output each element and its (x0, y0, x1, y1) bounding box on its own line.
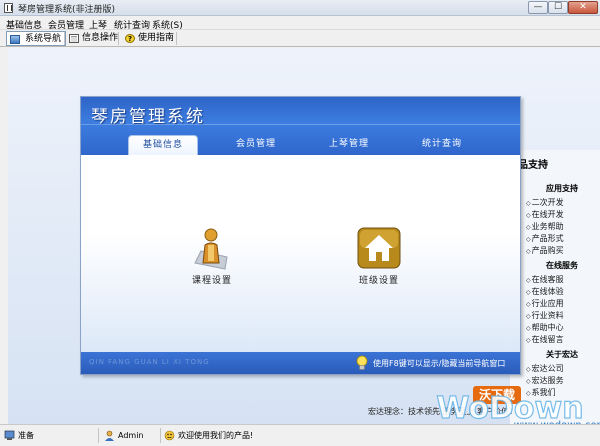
house-icon (357, 227, 401, 269)
status-separator (160, 428, 161, 443)
support-link[interactable]: 行业资料 (526, 310, 564, 321)
tab-piano-management[interactable]: 上琴管理 (314, 135, 384, 155)
status-ready-text: 准备 (18, 431, 34, 440)
help-icon: ? (125, 34, 135, 43)
support-link[interactable]: 行业应用 (526, 298, 564, 309)
nav-icon (10, 35, 20, 44)
status-separator (98, 428, 99, 443)
tab-basic-info[interactable]: 基础信息 (128, 135, 198, 155)
nav-header: 琴房管理系统 基础信息 会员管理 上琴管理 统计查询 (81, 97, 520, 155)
nav-footer-hint: 使用F8键可以显示/隐藏当前导航窗口 (373, 359, 506, 368)
support-link[interactable]: 在线开发 (526, 209, 564, 220)
support-link[interactable]: 业务帮助 (526, 221, 564, 232)
info-operation-button[interactable]: 信息操作 (66, 31, 118, 46)
close-button[interactable]: ✕ (568, 1, 598, 14)
maximize-button[interactable]: ☐ (548, 1, 568, 14)
system-nav-button[interactable]: 系统导航 (6, 31, 67, 46)
tab-member-management[interactable]: 会员管理 (221, 135, 291, 155)
person-icon (194, 228, 228, 270)
support-link[interactable]: 在线留言 (526, 334, 564, 345)
support-link[interactable]: 宏达公司 (526, 363, 564, 374)
user-guide-label: 使用指南 (138, 33, 175, 43)
welcome-icon (164, 430, 175, 441)
support-heading-app: 应用支持 (546, 184, 578, 193)
support-heading-online: 在线服务 (546, 261, 578, 270)
user-guide-button[interactable]: ? 使用指南 (122, 31, 174, 46)
support-link[interactable]: 产品形式 (526, 233, 564, 244)
support-title: 品支持 (518, 160, 548, 171)
class-settings-item[interactable]: 班级设置 (344, 227, 414, 289)
status-user: Admin (104, 429, 144, 443)
toolbar: 系统导航 信息操作 ? 使用指南 (0, 30, 600, 47)
toolbar-separator (64, 32, 65, 45)
nav-title: 琴房管理系统 (91, 107, 205, 127)
status-message-text: 欢迎使用我们的产品! (178, 431, 254, 440)
tab-statistics[interactable]: 统计查询 (407, 135, 477, 155)
course-settings-label: 课程设置 (191, 276, 232, 286)
status-bar: 准备 Admin 欢迎使用我们的产品! (0, 424, 600, 446)
info-operation-label: 信息操作 (82, 33, 119, 43)
support-heading-about: 关于宏达 (546, 350, 578, 359)
support-sidebar: 品支持 应用支持 二次开发 在线开发 业务帮助 产品形式 产品购买 在线服务 在… (510, 150, 600, 424)
system-nav-label: 系统导航 (25, 34, 62, 44)
support-link[interactable]: 帮助中心 (526, 322, 564, 333)
computer-icon (4, 430, 15, 440)
status-user-text: Admin (118, 431, 144, 440)
nav-footer-brand: QIN FANG GUAN LI XI TONG (89, 358, 210, 366)
support-link[interactable]: 产品购买 (526, 245, 564, 256)
toolbar-separator (118, 32, 119, 45)
nav-body: 课程设置 班级设置 (81, 155, 520, 352)
support-link[interactable]: 在线客服 (526, 274, 564, 285)
minimize-button[interactable]: — (528, 1, 548, 14)
info-icon (69, 34, 79, 43)
class-settings-label: 班级设置 (358, 276, 399, 286)
user-icon (105, 430, 114, 441)
support-link[interactable]: 在线体验 (526, 286, 564, 297)
course-settings-item[interactable]: 课程设置 (177, 227, 247, 289)
menu-bar: 基础信息 会员管理 上琴 统计查询 系统(S) (0, 16, 600, 31)
window-title: 琴房管理系统(非注册版) (18, 5, 116, 15)
status-message: 欢迎使用我们的产品! (164, 429, 253, 443)
title-bar: 琴房管理系统(非注册版) — ☐ ✕ (0, 0, 600, 16)
toolbar-separator (176, 32, 177, 45)
support-link[interactable]: 二次开发 (526, 197, 564, 208)
navigation-panel: 琴房管理系统 基础信息 会员管理 上琴管理 统计查询 课程设置 班级设置 QIN… (80, 96, 521, 375)
nav-footer: QIN FANG GUAN LI XI TONG 使用F8键可以显示/隐藏当前导… (81, 352, 520, 374)
lightbulb-icon (356, 355, 368, 370)
app-icon (4, 3, 13, 13)
status-ready: 准备 (4, 429, 34, 443)
